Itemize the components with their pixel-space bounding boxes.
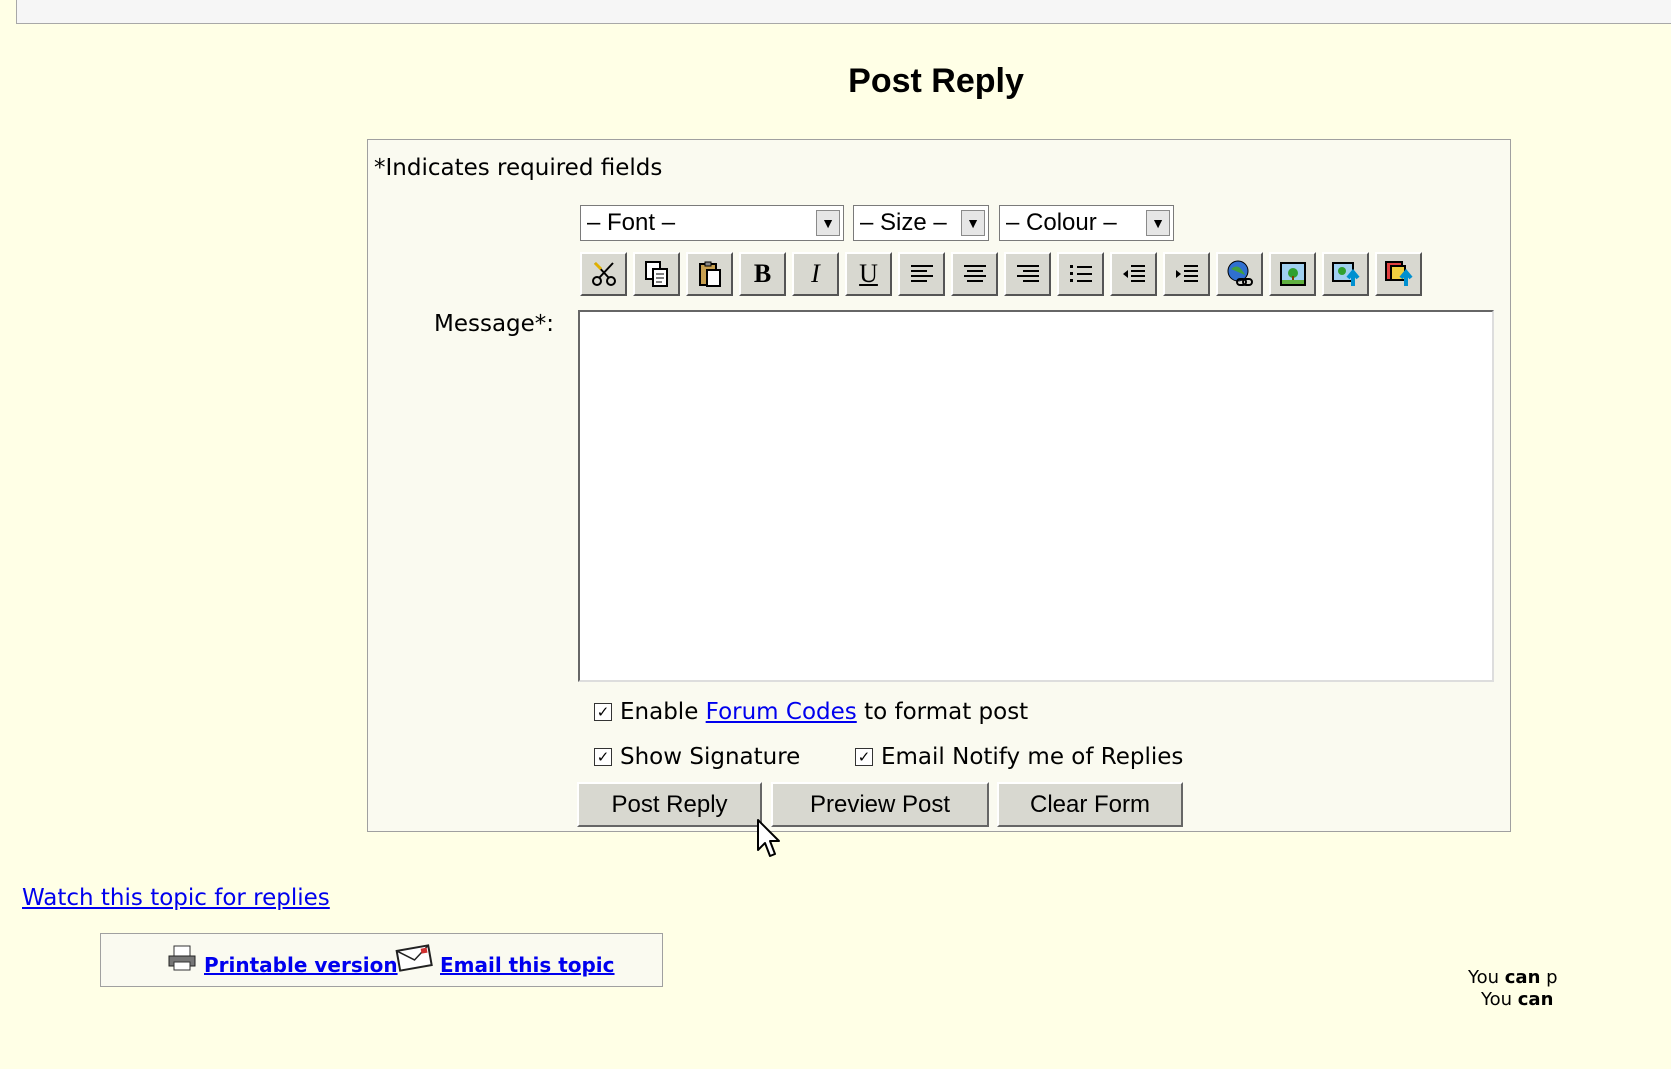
align-right-icon[interactable] bbox=[1004, 252, 1051, 296]
italic-icon[interactable]: I bbox=[792, 252, 839, 296]
forum-codes-link[interactable]: Forum Codes bbox=[706, 699, 857, 725]
mouse-cursor-icon bbox=[757, 819, 780, 857]
email-notify-option: ✓ Email Notify me of Replies bbox=[855, 744, 1183, 770]
permissions-text: You can p bbox=[1468, 967, 1558, 988]
printer-icon bbox=[168, 945, 196, 971]
chevron-down-icon[interactable]: ▼ bbox=[1146, 210, 1170, 236]
required-fields-note: *Indicates required fields bbox=[374, 155, 663, 181]
outdent-icon[interactable] bbox=[1110, 252, 1157, 296]
show-signature-label: Show Signature bbox=[620, 744, 801, 770]
permissions-text: You can bbox=[1481, 989, 1554, 1010]
printable-version-link[interactable]: Printable version bbox=[204, 953, 398, 977]
indent-icon[interactable] bbox=[1163, 252, 1210, 296]
paste-icon[interactable] bbox=[686, 252, 733, 296]
enable-forum-codes-option: ✓ Enable Forum Codes to format post bbox=[594, 699, 1028, 725]
align-center-icon[interactable] bbox=[951, 252, 998, 296]
envelope-icon bbox=[395, 944, 433, 972]
message-textarea[interactable] bbox=[578, 310, 1494, 682]
upload-file-icon[interactable] bbox=[1375, 252, 1422, 296]
underline-icon[interactable]: U bbox=[845, 252, 892, 296]
chevron-down-icon[interactable]: ▼ bbox=[961, 210, 985, 236]
preview-post-button[interactable]: Preview Post bbox=[771, 782, 989, 827]
clear-form-button[interactable]: Clear Form bbox=[997, 782, 1183, 827]
formatting-toolbar: B I U bbox=[580, 252, 1422, 296]
post-reply-button[interactable]: Post Reply bbox=[577, 782, 762, 827]
show-signature-checkbox[interactable]: ✓ bbox=[594, 748, 612, 766]
enable-forum-codes-checkbox[interactable]: ✓ bbox=[594, 703, 612, 721]
size-select[interactable]: – Size – ▼ bbox=[853, 205, 989, 241]
copy-icon[interactable] bbox=[633, 252, 680, 296]
bullet-list-icon[interactable] bbox=[1057, 252, 1104, 296]
colour-select[interactable]: – Colour – ▼ bbox=[999, 205, 1174, 241]
chevron-down-icon[interactable]: ▼ bbox=[816, 210, 840, 236]
show-signature-option: ✓ Show Signature bbox=[594, 744, 800, 770]
cut-icon[interactable] bbox=[580, 252, 627, 296]
upload-image-icon[interactable] bbox=[1322, 252, 1369, 296]
top-bar bbox=[16, 0, 1671, 24]
watch-topic-link[interactable]: Watch this topic for replies bbox=[22, 885, 330, 911]
bold-icon[interactable]: B bbox=[739, 252, 786, 296]
font-select[interactable]: – Font – ▼ bbox=[580, 205, 844, 241]
enable-label-suffix: to format post bbox=[864, 699, 1029, 725]
enable-label-prefix: Enable bbox=[620, 699, 699, 725]
page-title: Post Reply bbox=[848, 62, 1024, 100]
insert-image-icon[interactable] bbox=[1269, 252, 1316, 296]
message-label: Message*: bbox=[434, 311, 555, 337]
insert-link-icon[interactable] bbox=[1216, 252, 1263, 296]
font-select-value: – Font – bbox=[587, 209, 676, 236]
email-topic-link[interactable]: Email this topic bbox=[440, 953, 615, 977]
colour-select-value: – Colour – bbox=[1006, 209, 1117, 236]
size-select-value: – Size – bbox=[860, 209, 947, 236]
align-left-icon[interactable] bbox=[898, 252, 945, 296]
email-notify-checkbox[interactable]: ✓ bbox=[855, 748, 873, 766]
email-notify-label: Email Notify me of Replies bbox=[881, 744, 1184, 770]
